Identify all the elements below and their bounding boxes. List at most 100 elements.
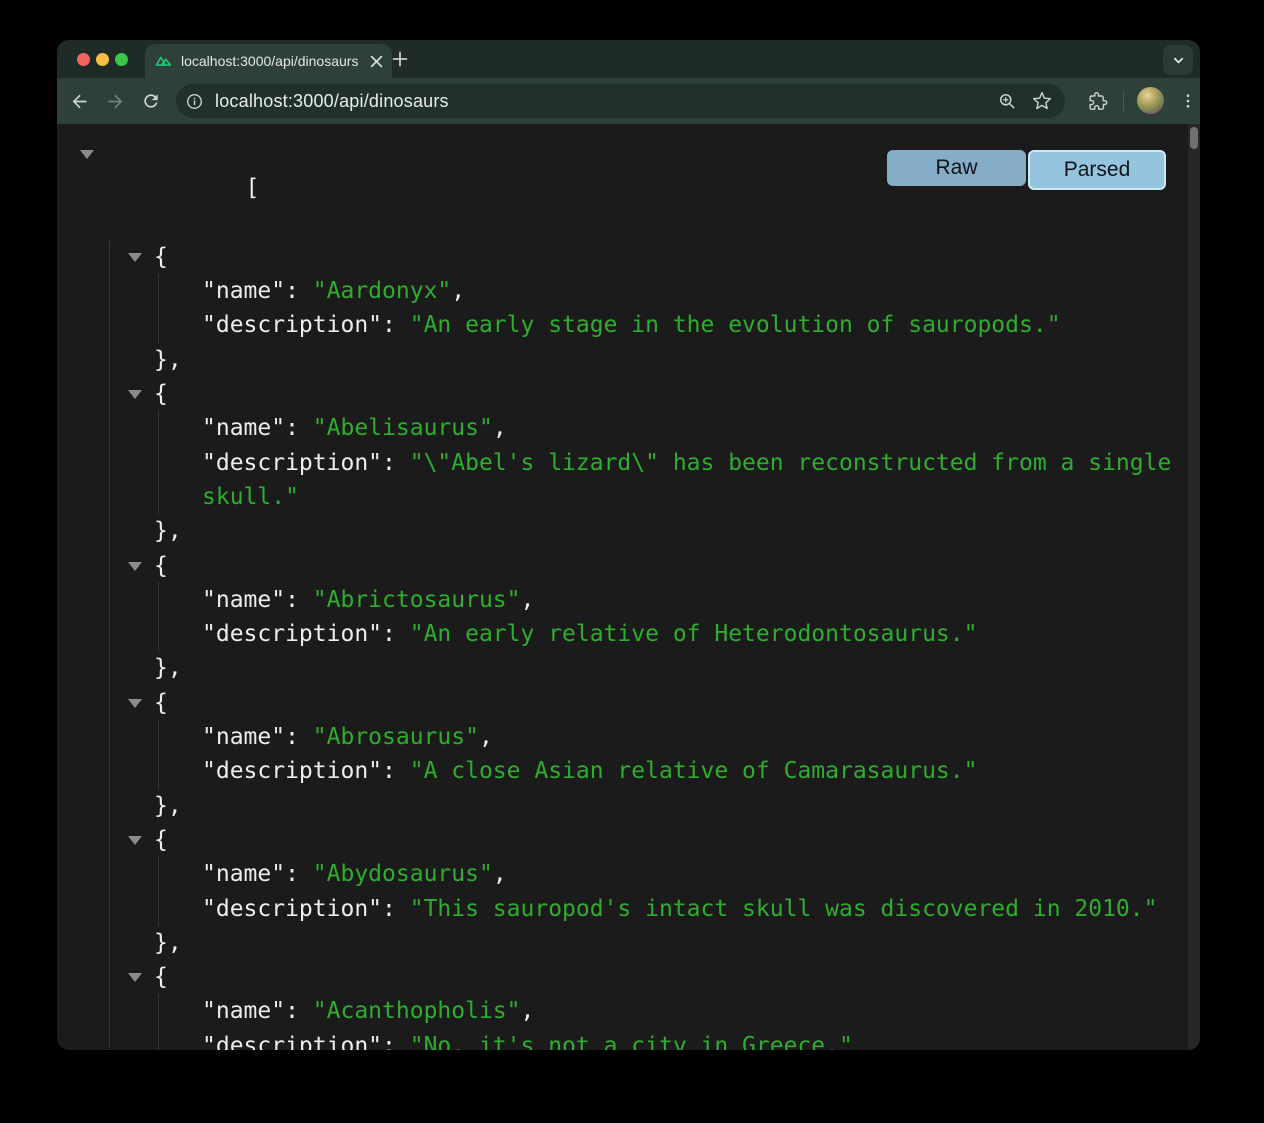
json-description-line: "description": "This sauropod's intact s… — [159, 892, 1188, 926]
json-punctuation: { — [154, 244, 168, 270]
json-punctuation: : — [382, 312, 410, 338]
omnibox-actions — [997, 91, 1065, 111]
json-key: "description" — [202, 758, 382, 784]
collapse-toggle-icon[interactable] — [128, 253, 142, 262]
collapse-toggle-icon[interactable] — [128, 836, 142, 845]
json-string-value: "No, it's not a city in Greece." — [410, 1033, 853, 1050]
tab-strip: localhost:3000/api/dinosaurs — [57, 40, 1200, 78]
json-object: { "name": "Abelisaurus", "description": … — [110, 377, 1188, 548]
scrollbar-track[interactable] — [1188, 124, 1200, 1050]
collapse-toggle-icon[interactable] — [80, 150, 94, 159]
json-key: "name" — [202, 278, 285, 304]
json-punctuation: , — [493, 415, 507, 441]
parsed-button[interactable]: Parsed — [1028, 150, 1166, 190]
json-punctuation: { — [154, 553, 168, 579]
json-punctuation: , — [521, 998, 535, 1024]
json-punctuation: , — [493, 861, 507, 887]
json-key: "description" — [202, 621, 382, 647]
json-punctuation: : — [285, 587, 313, 613]
json-object: { "name": "Abrictosaurus", "description"… — [110, 549, 1188, 686]
json-key: "description" — [202, 896, 382, 922]
json-object: { "name": "Acanthopholis", "description"… — [110, 960, 1188, 1050]
json-string-value: "Abrosaurus" — [313, 724, 479, 750]
close-icon[interactable] — [366, 51, 386, 71]
site-info-icon[interactable] — [185, 92, 204, 111]
json-object-close-line: }, — [110, 651, 1188, 685]
zoom-icon[interactable] — [997, 91, 1017, 111]
json-punctuation: : — [382, 758, 410, 784]
json-key: "name" — [202, 724, 285, 750]
profile-avatar[interactable] — [1137, 87, 1164, 114]
json-object: { "name": "Aardonyx", "description": "An… — [110, 240, 1188, 377]
scrollbar-thumb[interactable] — [1190, 127, 1198, 149]
json-object-close-line: }, — [110, 926, 1188, 960]
extensions-puzzle-icon[interactable] — [1083, 87, 1111, 115]
json-object-open-line: { — [110, 960, 1188, 994]
raw-button[interactable]: Raw — [887, 150, 1026, 186]
json-punctuation: , — [451, 278, 465, 304]
json-description-line: "description": "No, it's not a city in G… — [159, 1029, 1188, 1050]
json-string-value: "A close Asian relative of Camarasaurus.… — [410, 758, 978, 784]
reload-icon[interactable] — [137, 87, 165, 115]
mountains-favicon — [154, 53, 173, 69]
json-key: "name" — [202, 587, 285, 613]
bookmark-star-icon[interactable] — [1032, 91, 1052, 111]
menu-kebab-icon[interactable] — [1174, 87, 1200, 115]
json-name-line: "name": "Abelisaurus", — [159, 411, 1188, 445]
json-punctuation: { — [154, 827, 168, 853]
json-punctuation: : — [285, 998, 313, 1024]
json-viewer: Raw Parsed [ { "name": "Aardonyx", "desc… — [57, 124, 1200, 1050]
json-punctuation: : — [382, 450, 410, 476]
json-key: "description" — [202, 1033, 382, 1050]
json-object-close-line: }, — [110, 789, 1188, 823]
json-string-value: "This sauropod's intact skull was discov… — [410, 896, 1158, 922]
json-object: { "name": "Abydosaurus", "description": … — [110, 823, 1188, 960]
window-close-button[interactable] — [77, 53, 90, 66]
back-icon[interactable] — [65, 87, 93, 115]
url-text[interactable]: localhost:3000/api/dinosaurs — [215, 91, 997, 112]
new-tab-plus-icon[interactable] — [387, 46, 413, 72]
json-name-line: "name": "Abrictosaurus", — [159, 583, 1188, 617]
forward-icon[interactable] — [101, 87, 129, 115]
json-description-line: "description": "An early stage in the ev… — [159, 308, 1188, 342]
json-name-line: "name": "Aardonyx", — [159, 274, 1188, 308]
toolbar: localhost:3000/api/dinosaurs — [57, 78, 1200, 124]
chevron-down-icon[interactable] — [1163, 45, 1193, 75]
json-punctuation: , — [521, 587, 535, 613]
json-punctuation: : — [285, 278, 313, 304]
json-punctuation: : — [382, 1033, 410, 1050]
json-punctuation: }, — [154, 655, 182, 681]
json-punctuation: : — [382, 621, 410, 647]
collapse-toggle-icon[interactable] — [128, 699, 142, 708]
json-punctuation: { — [154, 381, 168, 407]
screen: localhost:3000/api/dinosaurs — [0, 0, 1264, 1123]
json-string-value: "Abelisaurus" — [313, 415, 493, 441]
window-minimize-button[interactable] — [96, 53, 109, 66]
json-array-items: { "name": "Aardonyx", "description": "An… — [109, 240, 1188, 1050]
json-object: { "name": "Abrosaurus", "description": "… — [110, 686, 1188, 823]
json-name-line: "name": "Abrosaurus", — [159, 720, 1188, 754]
json-punctuation: : — [285, 724, 313, 750]
json-key: "name" — [202, 415, 285, 441]
json-key: "description" — [202, 312, 382, 338]
window-zoom-button[interactable] — [115, 53, 128, 66]
json-object-open-line: { — [110, 686, 1188, 720]
address-bar[interactable]: localhost:3000/api/dinosaurs — [176, 84, 1065, 118]
collapse-toggle-icon[interactable] — [128, 973, 142, 982]
json-tree: [ { "name": "Aardonyx", "description": "… — [57, 124, 1188, 1050]
json-key: "name" — [202, 861, 285, 887]
json-description-line: "description": "An early relative of Het… — [159, 617, 1188, 651]
browser-window: localhost:3000/api/dinosaurs — [57, 40, 1200, 1050]
json-punctuation: { — [154, 964, 168, 990]
json-object-close-line: }, — [110, 514, 1188, 548]
collapse-toggle-icon[interactable] — [128, 562, 142, 571]
json-string-value: "Aardonyx" — [313, 278, 451, 304]
traffic-lights — [77, 53, 128, 66]
tab-dinosaurs[interactable]: localhost:3000/api/dinosaurs — [145, 44, 392, 78]
collapse-toggle-icon[interactable] — [128, 390, 142, 399]
json-key: "description" — [202, 450, 382, 476]
json-string-value: "An early relative of Heterodontosaurus.… — [410, 621, 978, 647]
json-string-value: "An early stage in the evolution of saur… — [410, 312, 1061, 338]
json-name-line: "name": "Abydosaurus", — [159, 857, 1188, 891]
json-object-open-line: { — [110, 549, 1188, 583]
